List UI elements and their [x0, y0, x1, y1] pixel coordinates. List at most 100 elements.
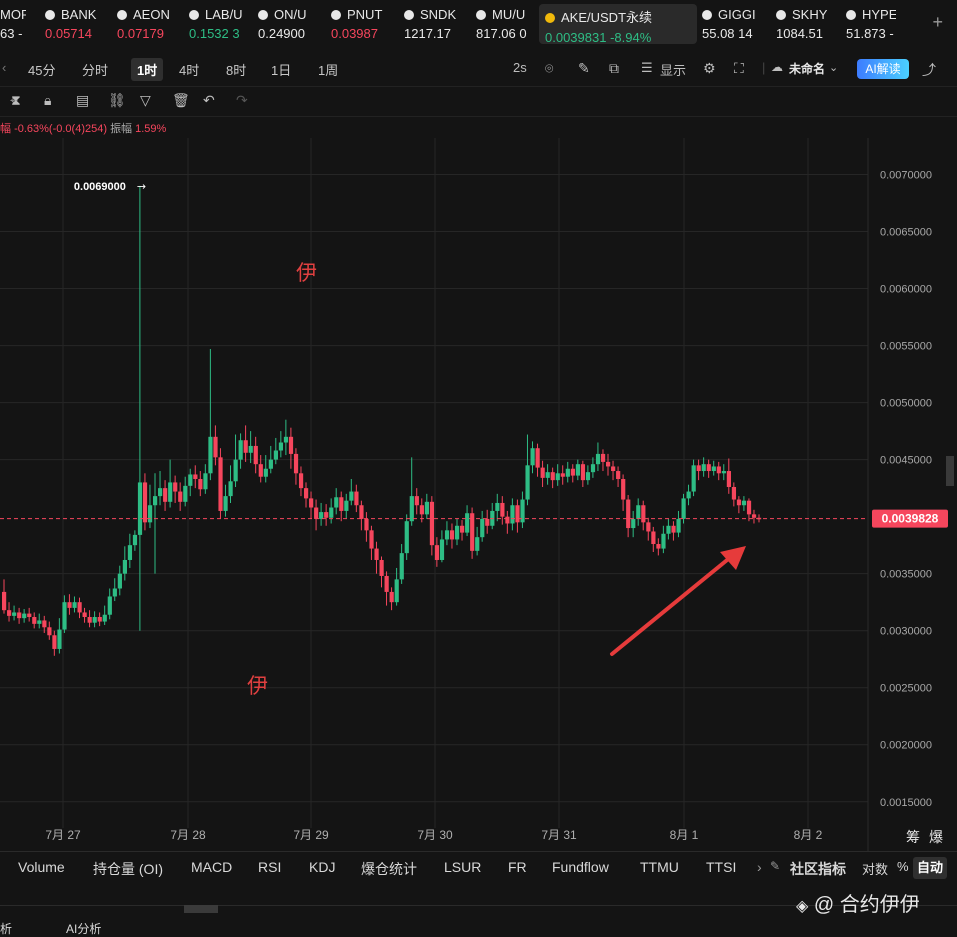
delete-icon[interactable]: 🗑︎ [172, 92, 190, 109]
candle-body[interactable] [706, 464, 711, 472]
redo-icon[interactable]: ↷ [236, 92, 248, 109]
candle-body[interactable] [248, 445, 253, 453]
timeframe-tab[interactable]: 1日 [271, 60, 291, 79]
ticker-item[interactable]: GIGGI 55.08 14 [702, 4, 757, 44]
candle-body[interactable] [515, 505, 520, 523]
new-window-icon[interactable]: ⧉ [609, 60, 619, 77]
candle-body[interactable] [304, 488, 309, 499]
candle-body[interactable] [359, 505, 364, 519]
candle-body[interactable] [107, 596, 112, 615]
auto-scale-toggle[interactable]: 自动 [913, 857, 947, 879]
candle-body[interactable] [278, 442, 284, 451]
candle-body[interactable] [158, 488, 163, 497]
indicator-tab[interactable]: RSI [258, 859, 281, 875]
candle-body[interactable] [555, 473, 560, 481]
candle-body[interactable] [666, 525, 671, 534]
candle-body[interactable] [12, 612, 17, 616]
candle-body[interactable] [173, 482, 178, 492]
candle-body[interactable] [611, 466, 616, 472]
share-icon[interactable]: ⤴ [922, 60, 936, 80]
candle-body[interactable] [344, 500, 349, 511]
filter-icon[interactable]: ▽ [140, 92, 151, 109]
candle-body[interactable] [731, 486, 737, 500]
candle-body[interactable] [580, 464, 586, 481]
candle-body[interactable] [117, 573, 122, 589]
candle-body[interactable] [374, 548, 379, 560]
candle-body[interactable] [631, 518, 636, 529]
candle-body[interactable] [636, 505, 641, 519]
candle-body[interactable] [751, 514, 757, 518]
candle-body[interactable] [82, 612, 87, 618]
candle-body[interactable] [319, 512, 324, 519]
candle-body[interactable] [37, 620, 42, 624]
candle-body[interactable] [480, 518, 485, 538]
candle-body[interactable] [329, 507, 334, 518]
candle-body[interactable] [394, 579, 399, 603]
candle-body[interactable] [354, 491, 359, 506]
edit-icon[interactable]: ✎ [770, 859, 780, 873]
candle-body[interactable] [545, 472, 550, 478]
indicator-tab[interactable]: Volume [18, 859, 65, 875]
candle-body[interactable] [132, 534, 138, 546]
candle-body[interactable] [449, 530, 455, 540]
candle-body[interactable] [32, 617, 37, 624]
candle-body[interactable] [686, 491, 691, 499]
candle-body[interactable] [696, 465, 701, 472]
link-icon[interactable]: ⛓ [108, 92, 126, 109]
candle-body[interactable] [626, 499, 631, 529]
candle-body[interactable] [92, 617, 97, 623]
candle-body[interactable] [298, 473, 304, 489]
lock-icon[interactable]: 🔒︎ [44, 92, 51, 109]
panel-collapse-handle[interactable] [184, 905, 218, 913]
ticker-item[interactable]: PNUT 0.03987 [331, 4, 386, 44]
candle-body[interactable] [188, 474, 193, 486]
settings-icon[interactable]: ⚙ [703, 60, 716, 77]
candle-body[interactable] [364, 518, 369, 531]
timeframe-tab[interactable]: 45分 [28, 60, 55, 79]
percent-scale-toggle[interactable]: % [897, 859, 909, 874]
indicator-tab[interactable]: LSUR [444, 859, 481, 875]
note-icon[interactable]: ▤ [76, 92, 89, 109]
candle-body[interactable] [253, 445, 258, 465]
candle-body[interactable] [616, 471, 621, 480]
candle-body[interactable] [112, 588, 117, 597]
candle-body[interactable] [27, 613, 32, 618]
candle-body[interactable] [590, 464, 596, 473]
candle-body[interactable] [721, 471, 726, 474]
ticker-item[interactable]: ON/U 0.24900 [258, 4, 316, 44]
candle-body[interactable] [97, 617, 102, 622]
candle-body[interactable] [671, 525, 676, 533]
chevron-down-icon[interactable]: ⌄ [829, 61, 838, 74]
candle-body[interactable] [530, 448, 535, 466]
timeframe-tab[interactable]: 1周 [318, 60, 338, 79]
candle-body[interactable] [726, 471, 731, 487]
candle-body[interactable] [540, 467, 545, 478]
candle-body[interactable] [424, 501, 429, 515]
candle-body[interactable] [62, 602, 67, 630]
candle-body[interactable] [369, 530, 374, 549]
candle-body[interactable] [213, 436, 218, 458]
candle-body[interactable] [505, 516, 510, 524]
candle-body[interactable] [122, 559, 127, 574]
candle-body[interactable] [47, 627, 52, 636]
ticker-item[interactable]: MORI 63 - [0, 4, 26, 44]
indicator-tab[interactable]: TTMU [640, 859, 679, 875]
candle-body[interactable] [439, 539, 445, 560]
candle-body[interactable] [218, 457, 223, 511]
display-button[interactable]: 显示 [660, 60, 686, 79]
candle-body[interactable] [334, 497, 339, 508]
candle-body[interactable] [203, 473, 208, 490]
timeframe-tab[interactable]: 4时 [179, 60, 199, 79]
candle-body[interactable] [485, 518, 490, 526]
candle-body[interactable] [691, 465, 696, 492]
candlestick-chart[interactable]: 7月 27 7月 28 7月 29 7月 30 7月 31 8月 1 8月 2 0.00700… [0, 138, 957, 851]
candle-body[interactable] [475, 537, 480, 551]
candle-body[interactable] [460, 525, 465, 533]
candle-body[interactable] [434, 545, 440, 560]
candle-body[interactable] [142, 482, 148, 523]
candle-body[interactable] [87, 617, 92, 623]
chevron-left-icon[interactable]: ‹ [2, 60, 6, 75]
interval-button[interactable]: 2s [513, 60, 527, 75]
candle-body[interactable] [223, 496, 228, 511]
chevron-right-icon[interactable]: › [757, 859, 762, 875]
